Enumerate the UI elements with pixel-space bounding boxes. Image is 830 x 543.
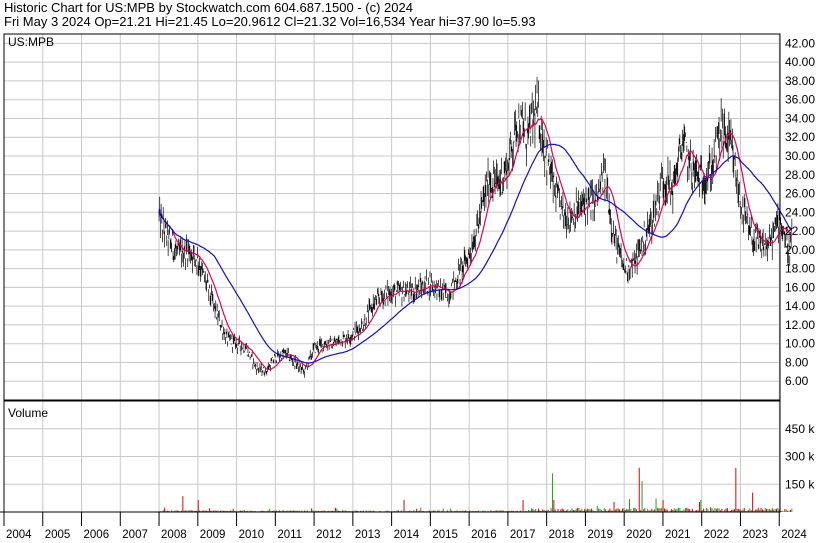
year-tick-label: 2018 xyxy=(549,529,575,541)
stock-chart: 6.00 8.00 10.00 12.00 14.00 16.00 18.00 20.00 22… xyxy=(0,33,815,541)
price-tick-label: 6.00 xyxy=(785,374,809,388)
year-tick-label: 2013 xyxy=(355,529,381,541)
price-tick-label: 16.00 xyxy=(785,280,815,294)
price-tick-label: 26.00 xyxy=(785,187,815,201)
price-tick-label: 28.00 xyxy=(785,168,815,182)
year-tick-label: 2008 xyxy=(161,529,187,541)
price-axis-ticks: 6.00 8.00 10.00 12.00 14.00 16.00 18.00 20.00 22… xyxy=(785,36,815,388)
price-tick-label: 34.00 xyxy=(785,111,815,125)
volume-axis-ticks: 150 k 300 k 450 k xyxy=(785,422,815,492)
price-tick-label: 18.00 xyxy=(785,262,815,276)
price-tick-label: 36.00 xyxy=(785,93,815,107)
price-tick-label: 20.00 xyxy=(785,243,815,257)
price-tick-label: 32.00 xyxy=(785,130,815,144)
volume-bars xyxy=(158,467,793,512)
year-tick-label: 2024 xyxy=(781,529,807,541)
year-tick-label: 2019 xyxy=(587,529,613,541)
volume-tick-label: 150 k xyxy=(785,477,815,491)
year-tick-label: 2023 xyxy=(742,529,768,541)
price-tick-label: 42.00 xyxy=(785,36,815,50)
year-tick-label: 2016 xyxy=(471,529,497,541)
year-tick-label: 2011 xyxy=(277,529,302,541)
year-axis-ticks: 2004 2005 2006 2007 2008 2009 2010 2011 2012 2013… xyxy=(3,512,807,541)
year-tick-label: 2010 xyxy=(239,529,265,541)
year-tick-label: 2007 xyxy=(122,529,148,541)
year-tick-label: 2014 xyxy=(394,529,420,541)
year-tick-label: 2012 xyxy=(316,529,342,541)
price-tick-label: 8.00 xyxy=(785,355,809,369)
price-tick-label: 10.00 xyxy=(785,337,815,351)
price-tick-label: 12.00 xyxy=(785,318,815,332)
volume-label: Volume xyxy=(8,406,48,420)
year-tick-label: 2015 xyxy=(432,529,458,541)
symbol-label: US:MPB xyxy=(8,35,54,49)
year-tick-label: 2006 xyxy=(84,529,110,541)
volume-tick-label: 300 k xyxy=(785,450,815,464)
volume-tick-label: 450 k xyxy=(785,422,815,436)
volume-grid xyxy=(3,401,780,512)
price-tick-label: 38.00 xyxy=(785,74,815,88)
year-tick-label: 2020 xyxy=(626,529,652,541)
price-tick-label: 24.00 xyxy=(785,205,815,219)
year-tick-label: 2022 xyxy=(704,529,730,541)
year-tick-label: 2009 xyxy=(200,529,226,541)
price-tick-label: 30.00 xyxy=(785,149,815,163)
price-bars xyxy=(158,76,793,378)
price-grid xyxy=(3,34,780,400)
year-tick-label: 2004 xyxy=(6,529,32,541)
year-tick-label: 2021 xyxy=(665,529,691,541)
price-tick-label: 40.00 xyxy=(785,55,815,69)
year-tick-label: 2017 xyxy=(510,529,536,541)
price-tick-label: 22.00 xyxy=(785,224,815,238)
year-tick-label: 2005 xyxy=(45,529,71,541)
price-tick-label: 14.00 xyxy=(785,299,815,313)
